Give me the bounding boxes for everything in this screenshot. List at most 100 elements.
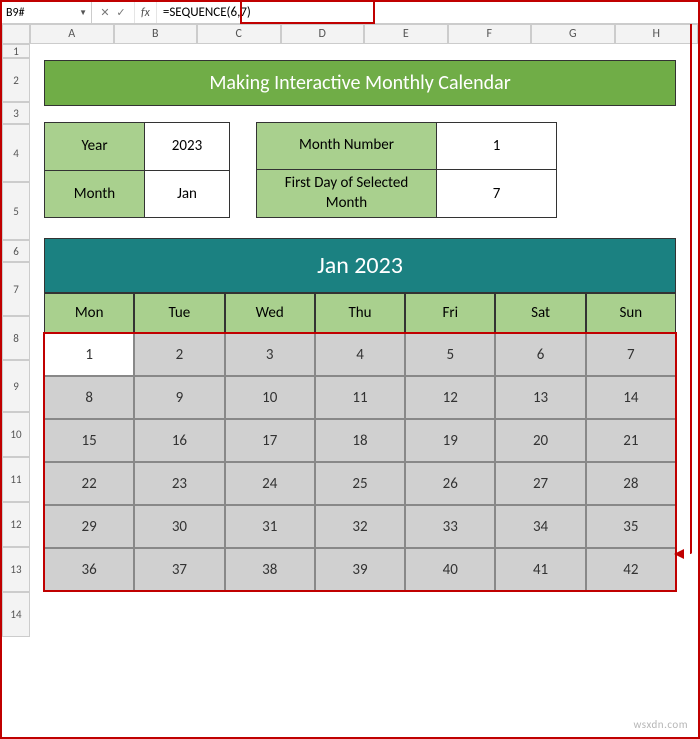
day-header: Sun [586, 293, 676, 333]
calendar-cell[interactable]: 25 [315, 462, 405, 505]
calendar-cell[interactable]: 28 [586, 462, 676, 505]
content-area: Making Interactive Monthly Calendar Year… [30, 44, 698, 637]
chevron-down-icon[interactable]: ▼ [79, 8, 87, 18]
row-header[interactable]: 3 [2, 102, 30, 124]
calendar-cell[interactable]: 21 [586, 419, 676, 462]
calendar-cell[interactable]: 31 [225, 505, 315, 548]
calendar-cell[interactable]: 30 [134, 505, 224, 548]
row-header[interactable]: 1 [2, 44, 30, 58]
row-header[interactable]: 8 [2, 316, 30, 360]
day-header: Thu [315, 293, 405, 333]
cancel-icon[interactable]: ✕ [98, 6, 112, 19]
row-header[interactable]: 5 [2, 182, 30, 240]
calendar-cell[interactable]: 19 [405, 419, 495, 462]
calendar-cell[interactable]: 37 [134, 548, 224, 591]
calendar-cell[interactable]: 36 [44, 548, 134, 591]
calendar-cell[interactable]: 15 [44, 419, 134, 462]
calendar-cell[interactable]: 22 [44, 462, 134, 505]
calendar-cell[interactable]: 41 [495, 548, 585, 591]
month-label: Month [45, 170, 145, 218]
calendar-cell[interactable]: 5 [405, 333, 495, 376]
year-value[interactable]: 2023 [145, 123, 230, 171]
calendar-cell[interactable]: 34 [495, 505, 585, 548]
calendar-cell[interactable]: 18 [315, 419, 405, 462]
arrow-icon [674, 549, 684, 559]
calendar-cell[interactable]: 14 [586, 376, 676, 419]
day-header: Fri [405, 293, 495, 333]
calendar-cell[interactable]: 16 [134, 419, 224, 462]
calendar-cell[interactable]: 33 [405, 505, 495, 548]
name-box-value: B9# [6, 6, 25, 20]
month-value[interactable]: Jan [145, 170, 230, 218]
col-header[interactable]: F [448, 24, 532, 44]
calendar-cell[interactable]: 39 [315, 548, 405, 591]
col-header[interactable]: C [197, 24, 281, 44]
calendar-cell[interactable]: 4 [315, 333, 405, 376]
fx-buttons: ✕ ✓ [92, 2, 135, 23]
row-header[interactable]: 10 [2, 412, 30, 457]
calendar-cell[interactable]: 11 [315, 376, 405, 419]
col-header[interactable]: E [364, 24, 448, 44]
fx-icon[interactable]: fx [135, 2, 157, 23]
row-header[interactable]: 4 [2, 124, 30, 182]
calendar-cell[interactable]: 38 [225, 548, 315, 591]
calendar-cell[interactable]: 13 [495, 376, 585, 419]
calendar-cell[interactable]: 10 [225, 376, 315, 419]
calendar-cell[interactable]: 29 [44, 505, 134, 548]
row-header[interactable]: 11 [2, 457, 30, 502]
year-month-table: Year 2023 Month Jan [44, 122, 230, 218]
calendar-head-row: Mon Tue Wed Thu Fri Sat Sun [44, 293, 676, 333]
derived-table: Month Number 1 First Day of Selected Mon… [256, 122, 557, 218]
calendar-cell[interactable]: 9 [134, 376, 224, 419]
col-header[interactable]: A [30, 24, 114, 44]
calendar-cell[interactable]: 17 [225, 419, 315, 462]
day-header: Tue [134, 293, 224, 333]
row-header[interactable]: 14 [2, 592, 30, 637]
formula-bar[interactable]: =SEQUENCE(6,7) [157, 2, 698, 23]
calendar-cell[interactable]: 40 [405, 548, 495, 591]
calendar-cell[interactable]: 32 [315, 505, 405, 548]
col-header[interactable]: H [615, 24, 699, 44]
firstday-value: 7 [437, 170, 557, 218]
spreadsheet: A B C D E F G H 1 Making Interactive Mon… [2, 24, 698, 637]
select-all-corner[interactable] [2, 24, 30, 44]
monthnum-label: Month Number [257, 123, 437, 170]
calendar-cell[interactable]: 26 [405, 462, 495, 505]
year-label: Year [45, 123, 145, 171]
info-panels: Year 2023 Month Jan Month Number 1 First… [44, 122, 676, 218]
page-title: Making Interactive Monthly Calendar [44, 60, 676, 106]
calendar-cell[interactable]: 20 [495, 419, 585, 462]
calendar-cell[interactable]: 42 [586, 548, 676, 591]
calendar-cell[interactable]: 27 [495, 462, 585, 505]
row-header[interactable]: 2 [2, 58, 30, 102]
day-header: Mon [44, 293, 134, 333]
name-box[interactable]: B9# ▼ [2, 2, 92, 23]
col-header[interactable]: G [531, 24, 615, 44]
calendar-cell[interactable]: 7 [586, 333, 676, 376]
calendar-cell[interactable]: 35 [586, 505, 676, 548]
formula-row: B9# ▼ ✕ ✓ fx =SEQUENCE(6,7) [2, 2, 698, 24]
firstday-label: First Day of Selected Month [257, 170, 437, 218]
row-header[interactable]: 12 [2, 502, 30, 547]
col-header[interactable]: D [281, 24, 365, 44]
row-header[interactable]: 9 [2, 360, 30, 412]
check-icon[interactable]: ✓ [114, 6, 128, 19]
calendar-cell[interactable]: 23 [134, 462, 224, 505]
row-header[interactable]: 13 [2, 547, 30, 592]
col-header[interactable]: B [114, 24, 198, 44]
formula-text: =SEQUENCE(6,7) [163, 5, 251, 20]
calendar-cell[interactable]: 3 [225, 333, 315, 376]
day-header: Sat [495, 293, 585, 333]
calendar: Jan 2023 Mon Tue Wed Thu Fri Sat Sun 123… [44, 238, 676, 591]
calendar-cell[interactable]: 1 [44, 333, 134, 376]
calendar-cell[interactable]: 24 [225, 462, 315, 505]
calendar-cell[interactable]: 8 [44, 376, 134, 419]
row-header[interactable]: 7 [2, 262, 30, 316]
monthnum-value: 1 [437, 123, 557, 170]
calendar-cell[interactable]: 12 [405, 376, 495, 419]
calendar-cell[interactable]: 6 [495, 333, 585, 376]
day-header: Wed [225, 293, 315, 333]
row-header[interactable]: 6 [2, 240, 30, 262]
calendar-cell[interactable]: 2 [134, 333, 224, 376]
calendar-body: 1234567891011121314151617181920212223242… [44, 333, 676, 591]
